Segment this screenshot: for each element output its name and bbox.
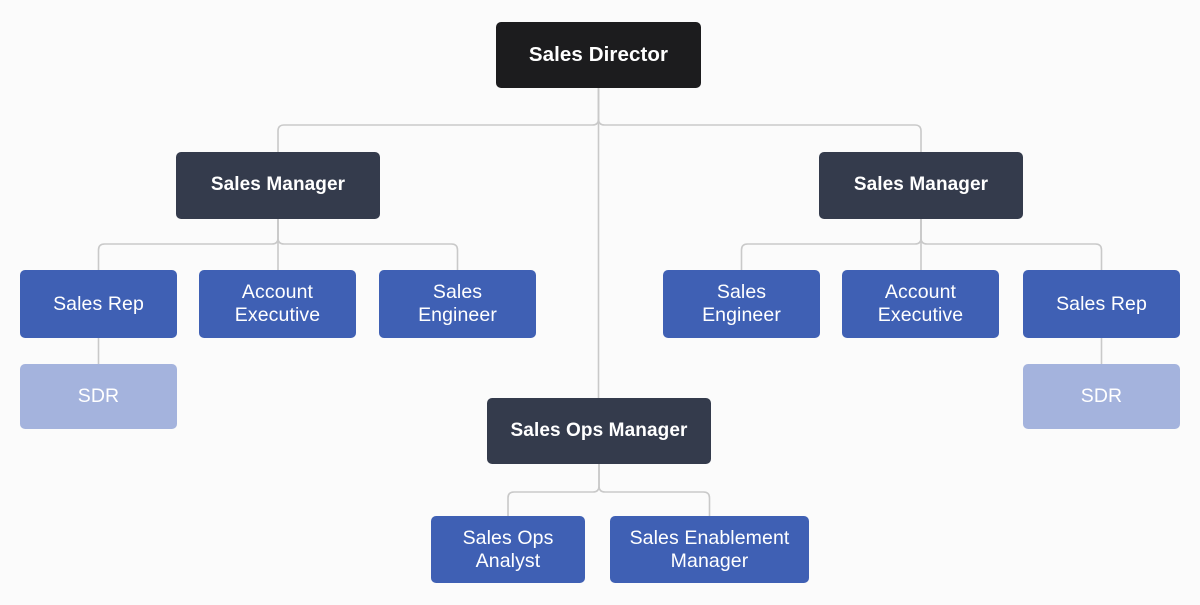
org-node-sales-engineer-left[interactable]: Sales Engineer [379, 270, 536, 338]
org-node-sdr-left[interactable]: SDR [20, 364, 177, 429]
org-node-sdr-right[interactable]: SDR [1023, 364, 1180, 429]
org-node-account-executive-left[interactable]: Account Executive [199, 270, 356, 338]
org-node-sales-rep-right[interactable]: Sales Rep [1023, 270, 1180, 338]
connector-sales-director-to-sales-manager-right [597, 88, 922, 152]
org-node-sales-enablement-manager[interactable]: Sales Enablement Manager [610, 516, 809, 583]
connector-sales-manager-left-to-sales-rep-left [97, 219, 279, 270]
org-node-sales-ops-manager[interactable]: Sales Ops Manager [487, 398, 711, 464]
org-node-sales-manager-right[interactable]: Sales Manager [819, 152, 1023, 219]
org-node-sales-manager-left[interactable]: Sales Manager [176, 152, 380, 219]
connector-sales-manager-left-to-sales-engineer-left [277, 219, 459, 270]
org-chart-canvas: Sales Director Sales Manager Sales Manager… [0, 0, 1200, 605]
connector-sales-manager-right-to-sales-rep-right [920, 219, 1103, 270]
connector-sales-ops-manager-to-sales-enablement-manager [598, 464, 711, 516]
connector-sales-manager-right-to-sales-engineer-right [740, 219, 922, 270]
org-node-account-executive-right[interactable]: Account Executive [842, 270, 999, 338]
connector-layer [97, 88, 1103, 516]
connector-sales-director-to-sales-manager-left [277, 88, 600, 152]
org-node-sales-ops-analyst[interactable]: Sales Ops Analyst [431, 516, 585, 583]
org-node-sales-director[interactable]: Sales Director [496, 22, 701, 88]
org-node-sales-rep-left[interactable]: Sales Rep [20, 270, 177, 338]
connector-sales-ops-manager-to-sales-ops-analyst [507, 464, 600, 516]
org-node-sales-engineer-right[interactable]: Sales Engineer [663, 270, 820, 338]
